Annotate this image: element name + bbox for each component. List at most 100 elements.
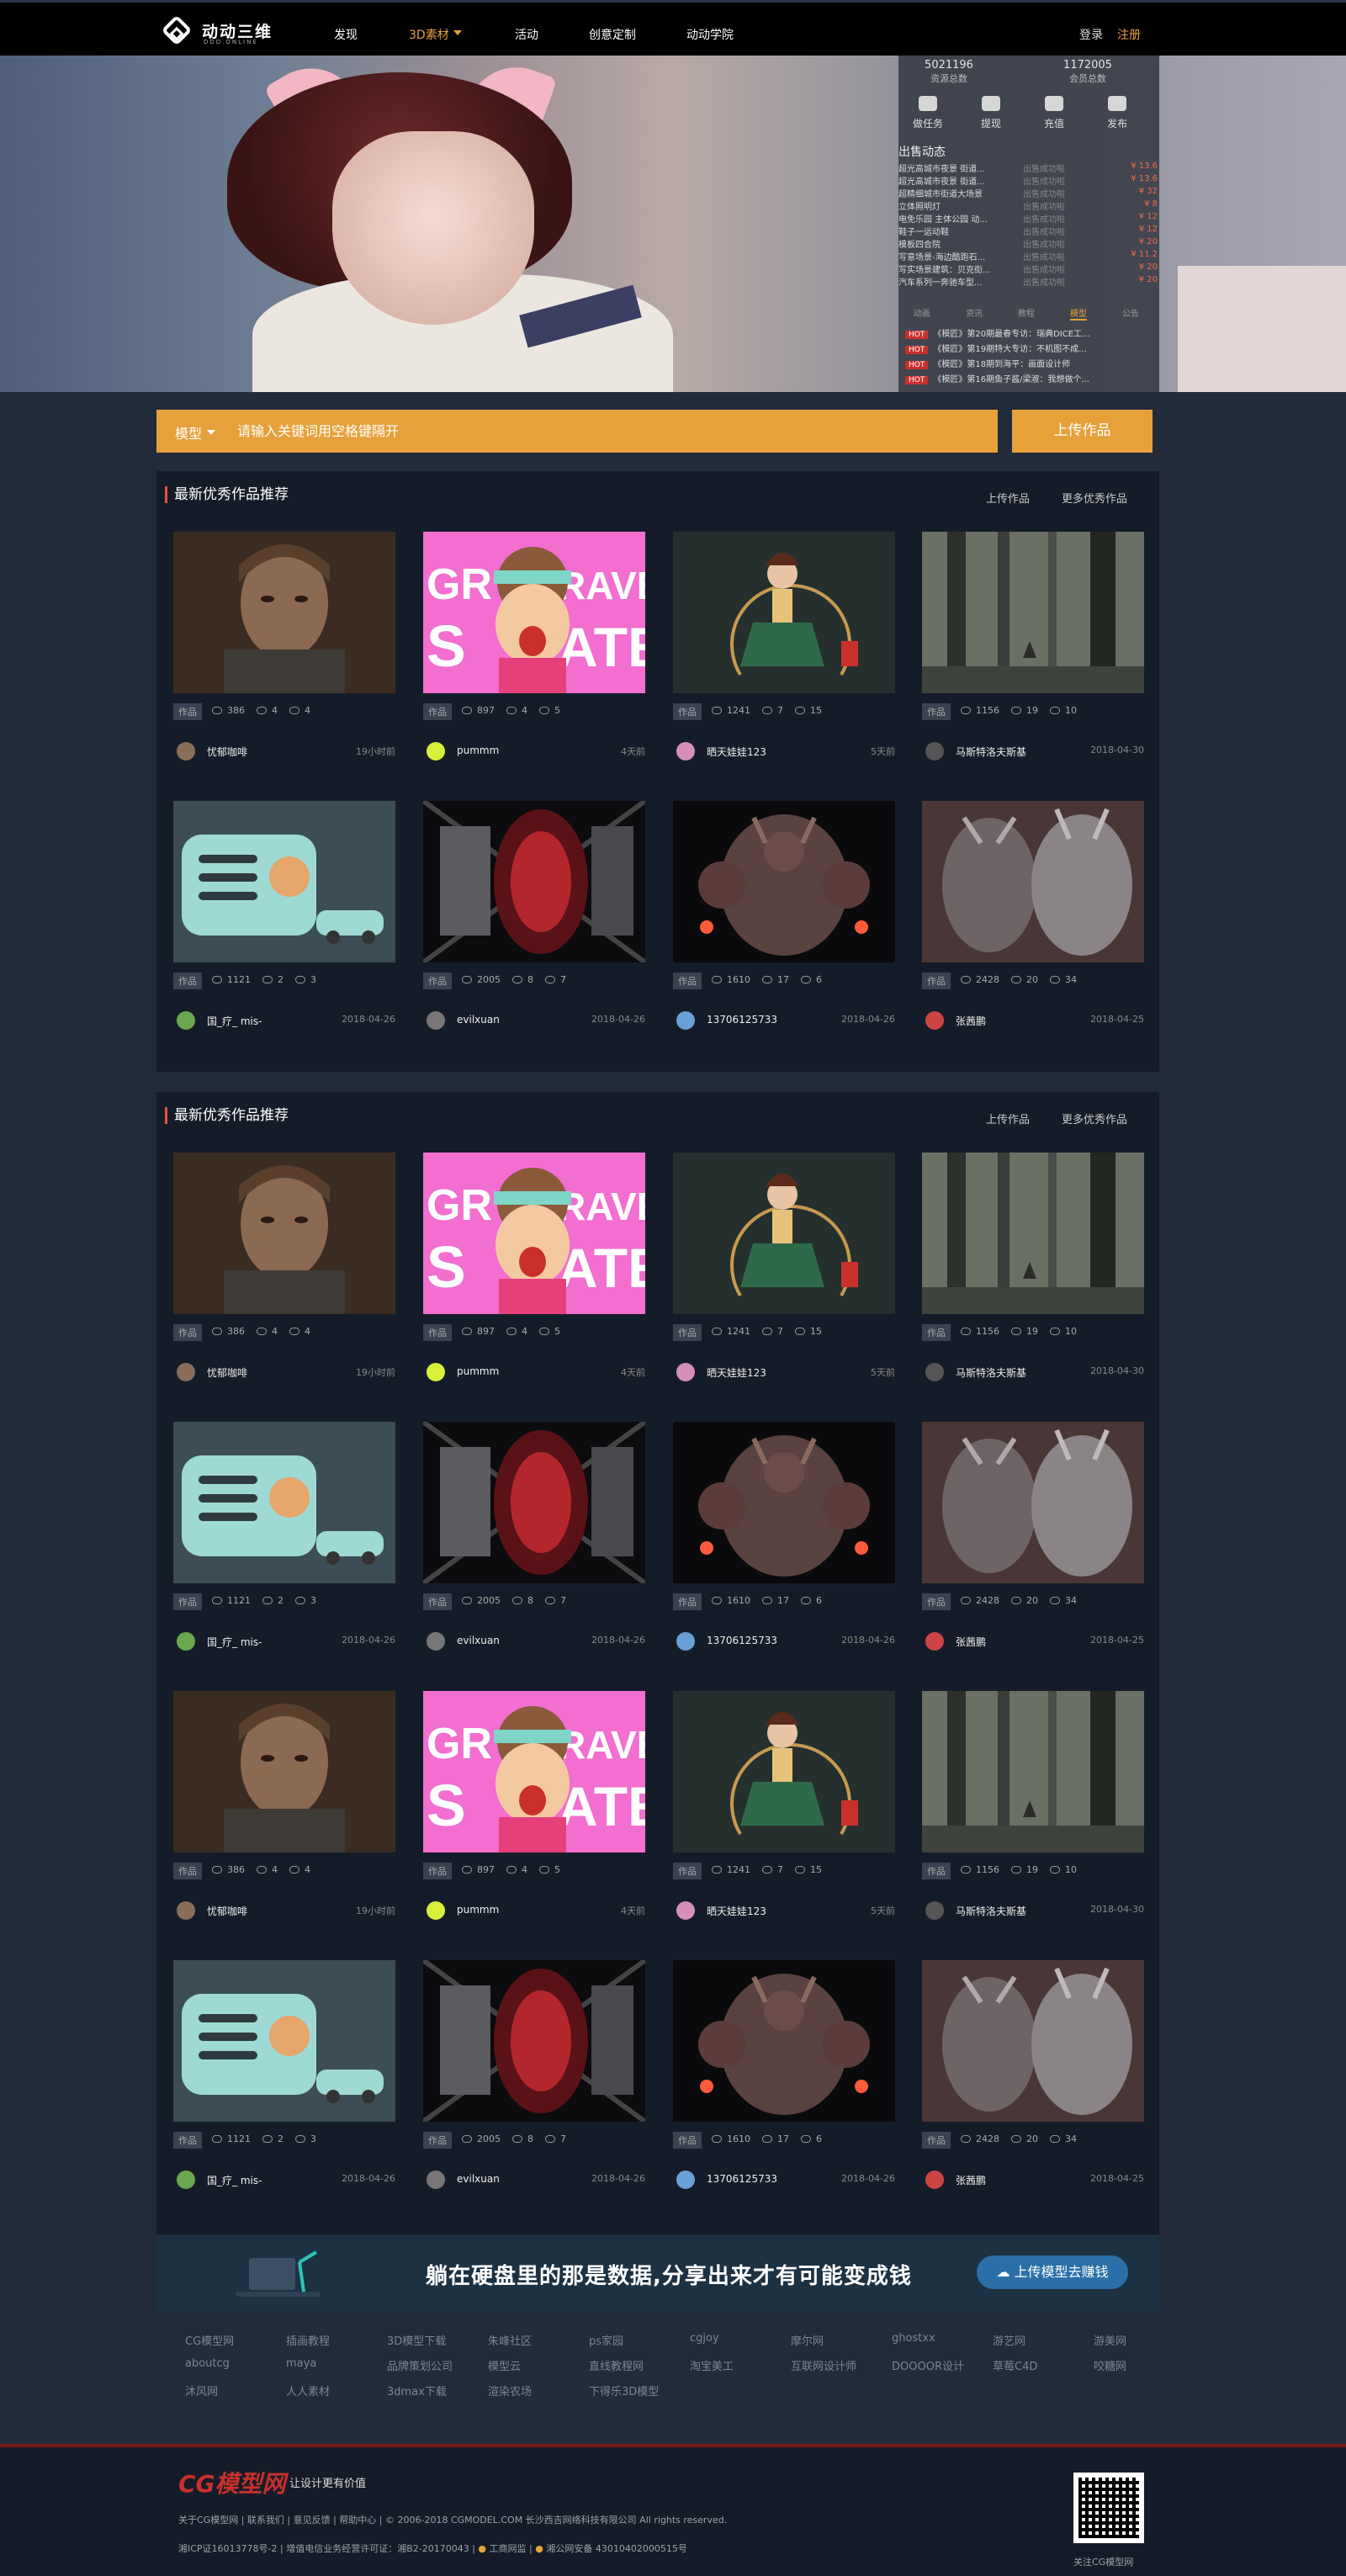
artwork-thumbnail[interactable] [922,1691,1144,1852]
artwork-card[interactable]: 作品 1121 2 3 国_疗_ mis- 2018-04-26 [173,1960,395,2196]
news-row[interactable]: HOT 《模匠》第19期特大专访：不机图不成... [905,342,1158,355]
author-name[interactable]: 晒天娃娃123 [707,1365,766,1380]
avatar[interactable] [177,1363,195,1381]
author-name[interactable]: 马斯特洛夫斯基 [956,1904,1026,1918]
sale-row[interactable]: 写实场景建筑：贝克街... 出售成功啦 ¥ 20 [898,262,1159,275]
avatar[interactable] [177,1011,195,1030]
sale-row[interactable]: 写意场景-海边酷跑石... 出售成功啦 ¥ 11.2 [898,250,1159,262]
action-recharge[interactable]: 充值 [1029,96,1079,130]
artwork-thumbnail[interactable]: GR RAVEL S ATE [423,532,645,693]
avatar[interactable] [427,1011,445,1030]
author-name[interactable]: 马斯特洛夫斯基 [956,745,1026,759]
sale-row[interactable]: 超精细城市街道大场景 出售成功啦 ¥ 32 [898,187,1159,199]
action-withdraw[interactable]: 提现 [966,96,1016,130]
author-name[interactable]: evilxuan [457,1014,500,1026]
footer-links-line[interactable]: 关于CG模型网 | 联系我们 | 意见反馈 | 帮助中心 | © 2006-20… [178,2513,727,2526]
artwork-card[interactable]: 作品 386 4 4 忧郁咖啡 19小时前 [173,1153,395,1388]
artwork-card[interactable]: 作品 2428 20 34 张茜鹏 2018-04-25 [922,1422,1144,1657]
avatar[interactable] [177,1901,195,1920]
artwork-card[interactable]: 作品 1121 2 3 国_疗_ mis- 2018-04-26 [173,801,395,1036]
artwork-card[interactable]: 作品 1241 7 15 晒天娃娃123 5天前 [673,532,895,767]
artwork-card[interactable]: 作品 1610 17 6 13706125733 2018-04-26 [673,801,895,1036]
action-task[interactable]: 做任务 [903,96,953,130]
sale-row[interactable]: 电免乐园 主体公园 动... 出售成功啦 ¥ 12 [898,212,1159,225]
friend-link[interactable]: 插画教程 [286,2332,330,2348]
friend-link[interactable]: 3dmax下载 [387,2383,447,2398]
artwork-card[interactable]: 作品 2005 8 7 evilxuan 2018-04-26 [423,801,645,1036]
friend-link[interactable]: 草莓C4D [993,2357,1037,2373]
author-name[interactable]: 张茜鹏 [956,1014,986,1028]
artwork-thumbnail[interactable] [673,532,895,693]
author-name[interactable]: 13706125733 [707,1014,777,1026]
artwork-thumbnail[interactable] [922,1153,1144,1314]
artwork-thumbnail[interactable] [173,1153,395,1314]
friend-link[interactable]: 摩尔网 [791,2332,824,2348]
friend-link[interactable]: 游艺网 [993,2332,1025,2348]
nav-3d-assets[interactable]: 3D素材 [409,26,462,43]
artwork-card[interactable]: GR RAVEL S ATE 作品 897 4 5 pummm 4天前 [423,1691,645,1927]
sale-row[interactable]: 超光高城市夜景 街道... 出售成功啦 ¥ 13.6 [898,174,1159,187]
friend-link[interactable]: maya [286,2357,316,2370]
artwork-thumbnail[interactable] [173,1422,395,1583]
avatar[interactable] [177,2171,195,2189]
friend-link[interactable]: 咬糖网 [1094,2357,1126,2373]
friend-link[interactable]: CG模型网 [185,2332,234,2348]
author-name[interactable]: pummm [457,1904,499,1916]
artwork-thumbnail[interactable] [423,801,645,962]
artwork-thumbnail[interactable] [922,532,1144,693]
sale-row[interactable]: 立体照明灯 出售成功啦 ¥ 8 [898,199,1159,212]
avatar[interactable] [925,742,944,761]
artwork-card[interactable]: 作品 2428 20 34 张茜鹏 2018-04-25 [922,801,1144,1036]
friend-link[interactable]: 直线教程网 [589,2357,644,2373]
artwork-thumbnail[interactable]: GR RAVEL S ATE [423,1691,645,1852]
artwork-thumbnail[interactable] [673,1691,895,1852]
avatar[interactable] [177,1632,195,1651]
avatar[interactable] [925,2171,944,2189]
friend-link[interactable]: 淘宝美工 [690,2357,734,2373]
artwork-thumbnail[interactable] [922,801,1144,962]
section-upload-link[interactable]: 上传作品 [986,1110,1030,1126]
friend-link[interactable]: 模型云 [488,2357,521,2373]
avatar[interactable] [676,2171,695,2189]
artwork-card[interactable]: 作品 1610 17 6 13706125733 2018-04-26 [673,1422,895,1657]
artwork-card[interactable]: 作品 1156 19 10 马斯特洛夫斯基 2018-04-30 [922,532,1144,767]
search-input[interactable] [237,415,978,447]
author-name[interactable]: pummm [457,1365,499,1377]
section-upload-link[interactable]: 上传作品 [986,490,1030,506]
avatar[interactable] [925,1901,944,1920]
friend-link[interactable]: 沐风网 [185,2383,218,2398]
tab-model[interactable]: 模型 [1070,306,1087,321]
register-link[interactable]: 注册 [1117,26,1141,43]
artwork-card[interactable]: 作品 2005 8 7 evilxuan 2018-04-26 [423,1422,645,1657]
artwork-thumbnail[interactable] [673,1960,895,2122]
action-publish[interactable]: 发布 [1092,96,1142,130]
tab-news[interactable]: 资讯 [966,306,983,319]
artwork-card[interactable]: 作品 1156 19 10 马斯特洛夫斯基 2018-04-30 [922,1691,1144,1927]
friend-link[interactable]: aboutcg [185,2357,230,2370]
tab-notice[interactable]: 公告 [1122,306,1139,319]
news-row[interactable]: HOT 《模匠》第16期鱼子酱/梁淑：我想做个... [905,372,1158,385]
sale-row[interactable]: 超光高城市夜景 街道... 出售成功啦 ¥ 13.6 [898,162,1159,174]
artwork-thumbnail[interactable] [922,1960,1144,2122]
friend-link[interactable]: DOOOOR设计 [892,2357,964,2373]
login-link[interactable]: 登录 [1079,26,1103,43]
artwork-thumbnail[interactable] [423,1960,645,2122]
nav-academy[interactable]: 动动学院 [686,26,734,43]
friend-link[interactable]: ghostxx [892,2332,935,2345]
author-name[interactable]: pummm [457,745,499,756]
artwork-card[interactable]: GR RAVEL S ATE 作品 897 4 5 pummm 4天前 [423,532,645,767]
avatar[interactable] [676,742,695,761]
sale-row[interactable]: 模板四合院 出售成功啦 ¥ 20 [898,237,1159,250]
sale-row[interactable]: 汽车系列一奔驰车型... 出售成功啦 ¥ 20 [898,275,1159,288]
author-name[interactable]: 忧郁咖啡 [207,1904,247,1918]
author-name[interactable]: evilxuan [457,2173,500,2185]
upload-model-button[interactable]: ☁ 上传模型去赚钱 [977,2255,1128,2289]
tab-animation[interactable]: 动画 [914,306,930,319]
author-name[interactable]: 张茜鹏 [956,2173,986,2187]
artwork-thumbnail[interactable] [673,1153,895,1314]
friend-link[interactable]: cgjoy [690,2332,719,2345]
artwork-thumbnail[interactable] [922,1422,1144,1583]
upload-work-button[interactable]: 上传作品 [1012,410,1153,453]
nav-custom[interactable]: 创意定制 [589,26,636,43]
avatar[interactable] [427,2171,445,2189]
